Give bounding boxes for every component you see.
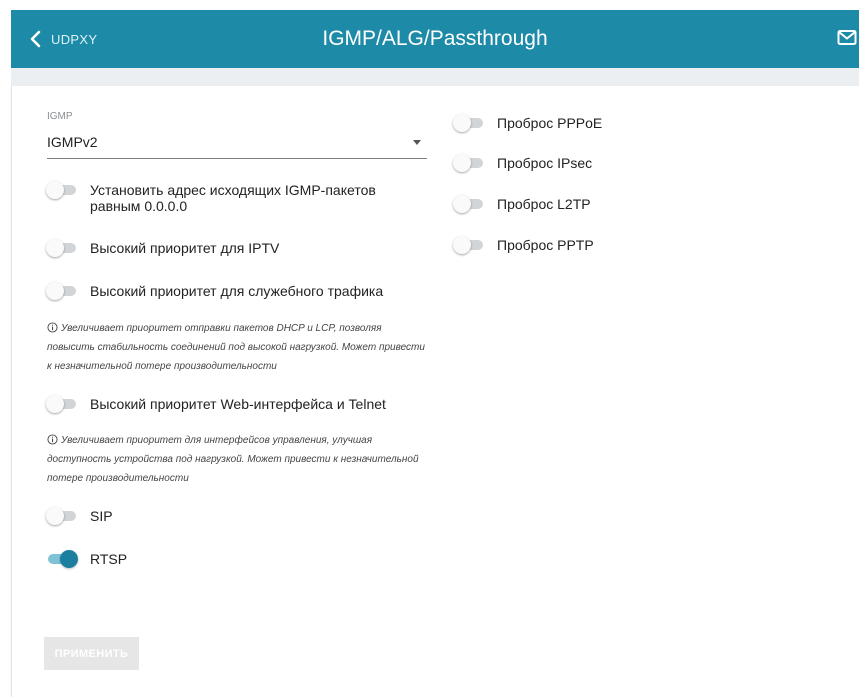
toggle-pptp-passthrough[interactable] <box>453 236 483 254</box>
toggle-service-traffic-priority[interactable] <box>46 282 76 300</box>
toggle-rtsp[interactable] <box>46 550 78 568</box>
toggle-rtsp-label: RTSP <box>90 551 128 567</box>
igmp-label: IGMP <box>47 111 73 122</box>
toggle-sip-label: SIP <box>90 508 113 524</box>
toggle-zero-address[interactable] <box>46 181 76 199</box>
service-traffic-hint: Увеличивает приоритет отправки пакетов D… <box>47 319 427 376</box>
toggle-row-zero-address[interactable]: Установить адрес исходящих IGMP-пакетов … <box>46 181 426 214</box>
toggle-ipsec-passthrough[interactable] <box>453 154 483 172</box>
toggle-service-traffic-label: Высокий приоритет для служебного трафика <box>90 283 384 299</box>
top-bar: UDPXY IGMP/ALG/Passthrough <box>11 10 859 68</box>
web-telnet-hint: Увеличивает приоритет для интерфейсов уп… <box>47 431 432 488</box>
service-traffic-hint-text: Увеличивает приоритет отправки пакетов D… <box>47 323 425 372</box>
toggle-row-web-telnet[interactable]: Высокий приоритет Web-интерфейса и Telne… <box>46 395 386 413</box>
toggle-row-pptp[interactable]: Проброс PPTP <box>453 236 594 254</box>
toggle-sip[interactable] <box>46 507 76 525</box>
igmp-version-value: IGMPv2 <box>47 134 98 150</box>
toggle-web-telnet-label: Высокий приоритет Web-интерфейса и Telne… <box>90 396 386 412</box>
toggle-l2tp-passthrough[interactable] <box>453 195 483 213</box>
toggle-zero-address-label: Установить адрес исходящих IGMP-пакетов … <box>90 182 376 214</box>
info-icon <box>47 322 58 333</box>
toggle-iptv-label: Высокий приоритет для IPTV <box>90 240 280 256</box>
toggle-l2tp-label: Проброс L2TP <box>497 196 591 212</box>
toggle-row-pppoe[interactable]: Проброс PPPoE <box>453 114 602 132</box>
toggle-web-telnet-priority[interactable] <box>46 395 76 413</box>
toggle-pppoe-label: Проброс PPPoE <box>497 115 603 131</box>
toggle-row-iptv[interactable]: Высокий приоритет для IPTV <box>46 239 279 257</box>
toggle-ipsec-label: Проброс IPsec <box>497 155 593 171</box>
toggle-pppoe-passthrough[interactable] <box>453 114 483 132</box>
toggle-iptv-priority[interactable] <box>46 239 76 257</box>
toggle-row-rtsp[interactable]: RTSP <box>46 550 127 568</box>
toggle-row-sip[interactable]: SIP <box>46 507 113 525</box>
page-title: IGMP/ALG/Passthrough <box>322 27 548 50</box>
settings-panel <box>11 86 859 697</box>
toggle-row-l2tp[interactable]: Проброс L2TP <box>453 195 591 213</box>
caret-down-icon <box>413 140 421 145</box>
toggle-pptp-label: Проброс PPTP <box>497 237 594 253</box>
toggle-row-service-traffic[interactable]: Высокий приоритет для служебного трафика <box>46 282 383 300</box>
info-icon <box>47 434 58 445</box>
web-telnet-hint-text: Увеличивает приоритет для интерфейсов уп… <box>47 435 419 484</box>
toggle-row-ipsec[interactable]: Проброс IPsec <box>453 154 592 172</box>
igmp-version-select[interactable]: IGMPv2 <box>47 128 427 159</box>
apply-button[interactable]: ПРИМЕНИТЬ <box>44 637 139 670</box>
header-shadow-bar <box>11 68 859 86</box>
mail-icon[interactable] <box>837 29 857 47</box>
